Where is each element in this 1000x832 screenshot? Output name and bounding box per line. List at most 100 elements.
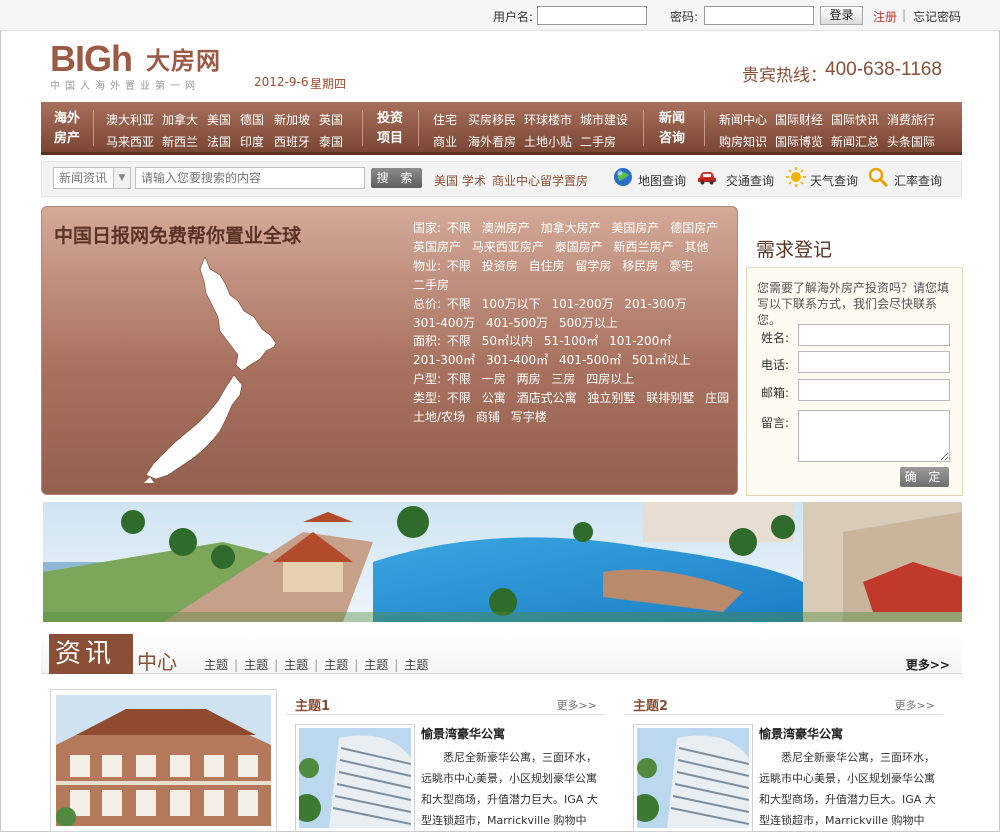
filter-option[interactable]: 201-300㎡ (413, 353, 475, 367)
filter-option[interactable]: 不限 (447, 372, 471, 386)
nav-group-title-news[interactable]: 新闻 咨询 (657, 102, 687, 155)
search-button[interactable]: 搜 索 (371, 168, 422, 188)
nav-item[interactable]: 美国 (207, 111, 231, 128)
nav-item[interactable]: 住宅 (433, 111, 457, 128)
topic-tab[interactable]: 主题 (284, 658, 308, 672)
filter-option[interactable]: 三房 (551, 372, 575, 386)
filter-option[interactable]: 土地/农场 (413, 410, 465, 424)
chevron-down-icon[interactable]: ▼ (113, 168, 130, 188)
filter-option[interactable]: 德国房产 (670, 221, 718, 235)
filter-option[interactable]: 酒店式公寓 (517, 391, 577, 405)
quick-link[interactable]: 留学置房 (540, 172, 588, 189)
phone-field[interactable] (798, 351, 950, 373)
quick-link[interactable]: 美国 (434, 172, 458, 189)
register-link[interactable]: 注册 (873, 8, 897, 25)
nav-item[interactable]: 法国 (207, 133, 231, 150)
filter-option[interactable]: 美国房产 (611, 221, 659, 235)
nav-item[interactable]: 土地小贴 (524, 133, 572, 150)
filter-option[interactable]: 51-100㎡ (544, 334, 599, 348)
filter-option[interactable]: 501㎡以上 (632, 353, 691, 367)
article-thumbnail[interactable] (293, 724, 415, 832)
quick-link[interactable]: 商业中心 (492, 172, 540, 189)
filter-option[interactable]: 公寓 (482, 391, 506, 405)
topic-tab[interactable]: 主题 (364, 658, 388, 672)
nav-item[interactable]: 新闻汇总 (831, 133, 879, 150)
filter-option[interactable]: 四房以上 (586, 372, 634, 386)
filter-option[interactable]: 商铺 (476, 410, 500, 424)
nav-item[interactable]: 新西兰 (162, 133, 198, 150)
nav-item[interactable]: 印度 (240, 133, 264, 150)
filter-option[interactable]: 庄园 (705, 391, 729, 405)
nav-item[interactable]: 加拿大 (162, 111, 198, 128)
car-icon[interactable] (696, 166, 718, 188)
filter-option[interactable]: 豪宅 (669, 259, 693, 273)
article-title[interactable]: 愉景湾豪华公寓 (421, 725, 505, 742)
search-input[interactable] (135, 167, 365, 189)
nav-item[interactable]: 英国 (319, 111, 343, 128)
traffic-query-link[interactable]: 交通查询 (726, 172, 774, 189)
column-more-link[interactable]: 更多>> (895, 697, 935, 713)
filter-option[interactable]: 不限 (447, 297, 471, 311)
map-query-link[interactable]: 地图查询 (638, 172, 686, 189)
filter-option[interactable]: 其他 (684, 240, 708, 254)
filter-option[interactable]: 不限 (447, 391, 471, 405)
magnifier-icon[interactable] (867, 166, 889, 188)
filter-option[interactable]: 401-500万 (486, 316, 548, 330)
nav-item[interactable]: 国际快讯 (831, 111, 879, 128)
filter-option[interactable]: 泰国房产 (555, 240, 603, 254)
filter-option[interactable]: 301-400万 (413, 316, 475, 330)
topic-tab[interactable]: 主题 (324, 658, 348, 672)
nav-group-title-investment[interactable]: 投资 项目 (375, 102, 405, 155)
filter-option[interactable]: 写字楼 (511, 410, 547, 424)
nav-item[interactable]: 西班牙 (274, 133, 310, 150)
nav-item[interactable]: 德国 (240, 111, 264, 128)
weather-query-link[interactable]: 天气查询 (810, 172, 858, 189)
logo-cn-text[interactable]: 大房网 (146, 41, 221, 76)
filter-option[interactable]: 英国房产 (413, 240, 461, 254)
info-more-link[interactable]: 更多>> (906, 656, 950, 673)
filter-option[interactable]: 联排别墅 (646, 391, 694, 405)
filter-option[interactable]: 一房 (482, 372, 506, 386)
resort-banner-image[interactable] (43, 502, 962, 622)
topic-tab[interactable]: 主题 (244, 658, 268, 672)
nav-item[interactable]: 国际财经 (775, 111, 823, 128)
filter-option[interactable]: 401-500㎡ (559, 353, 621, 367)
name-field[interactable] (798, 324, 950, 346)
nav-item[interactable]: 头条国际 (887, 133, 935, 150)
filter-option[interactable]: 201-300万 (624, 297, 686, 311)
sun-icon[interactable] (785, 166, 807, 188)
globe-icon[interactable] (612, 166, 634, 188)
submit-button[interactable]: 确 定 (900, 467, 949, 487)
filter-option[interactable]: 101-200万 (551, 297, 613, 311)
nav-item[interactable]: 新闻中心 (719, 111, 767, 128)
filter-option[interactable]: 不限 (447, 221, 471, 235)
message-field[interactable] (798, 410, 950, 462)
login-button[interactable]: 登录 (820, 6, 863, 25)
topic-tab[interactable]: 主题 (204, 658, 228, 672)
filter-option[interactable]: 投资房 (482, 259, 518, 273)
filter-option[interactable]: 301-400㎡ (486, 353, 548, 367)
nav-item[interactable]: 买房移民 (468, 111, 516, 128)
nav-item[interactable]: 购房知识 (719, 133, 767, 150)
search-category-select[interactable]: 新闻资讯 ▼ (53, 167, 131, 189)
nav-item[interactable]: 海外看房 (468, 133, 516, 150)
filter-option[interactable]: 新西兰房产 (614, 240, 674, 254)
filter-option[interactable]: 50㎡以内 (482, 334, 533, 348)
article-thumbnail[interactable] (631, 724, 753, 832)
nav-group-title-overseas[interactable]: 海外 房产 (49, 102, 85, 155)
username-input[interactable] (537, 6, 647, 25)
nav-item[interactable]: 环球楼市 (524, 111, 572, 128)
nav-item[interactable]: 城市建设 (580, 111, 628, 128)
column-title[interactable]: 主题2 (633, 695, 668, 714)
filter-option[interactable]: 马来西亚房产 (472, 240, 544, 254)
filter-option[interactable]: 自住房 (529, 259, 565, 273)
filter-option[interactable]: 500万以上 (559, 316, 618, 330)
filter-option[interactable]: 留学房 (575, 259, 611, 273)
nav-item[interactable]: 新加坡 (274, 111, 310, 128)
nav-item[interactable]: 泰国 (319, 133, 343, 150)
filter-option[interactable]: 100万以下 (482, 297, 541, 311)
quick-link[interactable]: 学术 (462, 172, 486, 189)
filter-option[interactable]: 不限 (447, 334, 471, 348)
nav-item[interactable]: 马来西亚 (106, 133, 154, 150)
forgot-password-link[interactable]: 忘记密码 (913, 8, 961, 25)
